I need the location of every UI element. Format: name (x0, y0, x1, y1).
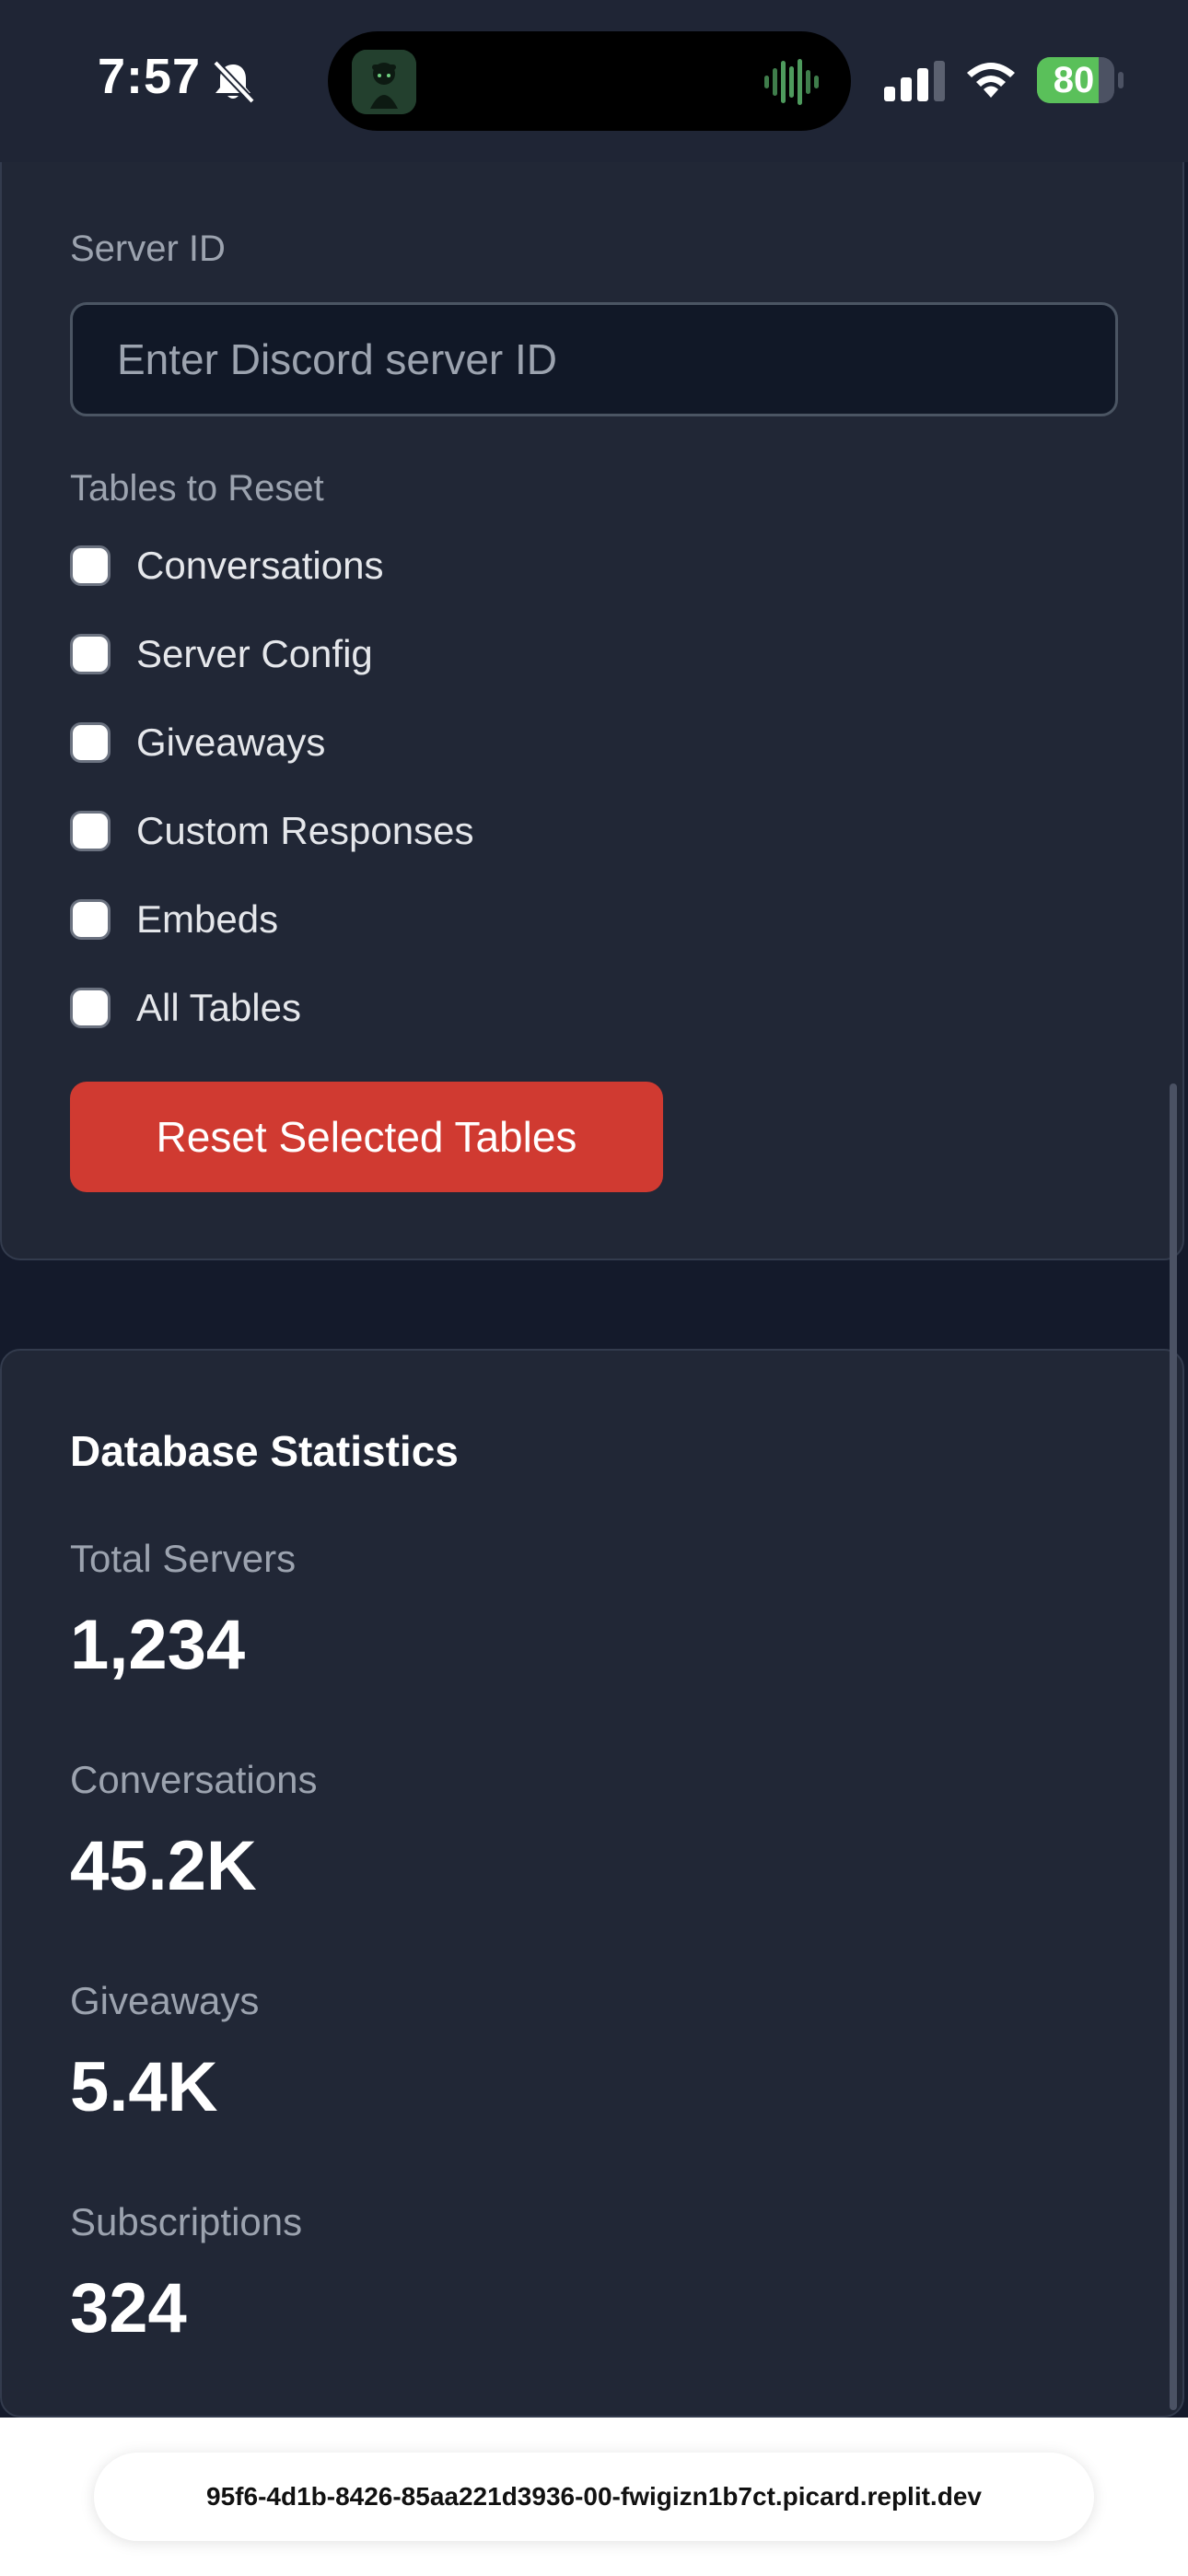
conversations-checkbox[interactable] (70, 545, 111, 586)
checkbox-label: Server Config (136, 632, 373, 675)
battery-icon: 80 (1037, 57, 1125, 103)
checkbox-label: Conversations (136, 544, 384, 587)
checkbox-label: Giveaways (136, 720, 326, 764)
checkbox-label: Embeds (136, 897, 279, 941)
checkbox-row-all-tables[interactable]: All Tables (70, 980, 301, 1036)
stat-label-subscriptions: Subscriptions (70, 2200, 303, 2243)
stat-value-total-servers: 1,234 (70, 1606, 246, 1684)
wifi-icon (967, 63, 1015, 98)
server-id-label: Server ID (70, 228, 226, 269)
checkbox-row-custom-responses[interactable]: Custom Responses (70, 803, 474, 859)
battery-percent: 80 (1053, 60, 1095, 100)
giveaways-checkbox[interactable] (70, 722, 111, 763)
status-time: 7:57 (98, 49, 202, 104)
server-id-input[interactable] (70, 302, 1118, 416)
stats-title: Database Statistics (70, 1427, 459, 1475)
server-config-checkbox[interactable] (70, 634, 111, 674)
checkbox-row-server-config[interactable]: Server Config (70, 626, 373, 682)
url-bar[interactable]: 95f6-4d1b-8426-85aa221d3936-00-fwigizn1b… (94, 2453, 1094, 2541)
status-bar: 7:57 80 (0, 0, 1188, 162)
checkbox-label: Custom Responses (136, 809, 474, 852)
reset-selected-tables-button[interactable]: Reset Selected Tables (70, 1082, 663, 1192)
checkbox-row-embeds[interactable]: Embeds (70, 892, 278, 947)
browser-bottom-bar: 95f6-4d1b-8426-85aa221d3936-00-fwigizn1b… (0, 2418, 1188, 2576)
embeds-checkbox[interactable] (70, 899, 111, 940)
checkbox-row-giveaways[interactable]: Giveaways (70, 715, 325, 770)
scrollbar[interactable] (1170, 1083, 1177, 2410)
checkbox-row-conversations[interactable]: Conversations (70, 538, 383, 593)
audio-wave-icon (764, 59, 819, 105)
stat-value-giveaways: 5.4K (70, 2048, 218, 2126)
stat-label-giveaways: Giveaways (70, 1979, 260, 2022)
custom-responses-checkbox[interactable] (70, 811, 111, 851)
battery-body: 80 (1037, 57, 1114, 103)
stat-value-subscriptions: 324 (70, 2269, 187, 2348)
checkbox-label: All Tables (136, 986, 301, 1029)
stat-label-total-servers: Total Servers (70, 1537, 297, 1580)
dynamic-island (328, 31, 851, 131)
signal-icon (884, 61, 945, 101)
app-thumbnail-icon (352, 50, 416, 114)
stat-value-conversations: 45.2K (70, 1827, 257, 1905)
tables-to-reset-label: Tables to Reset (70, 468, 324, 509)
battery-cap (1118, 72, 1124, 88)
all-tables-checkbox[interactable] (70, 988, 111, 1028)
stat-label-conversations: Conversations (70, 1758, 318, 1801)
bell-slash-icon (213, 60, 255, 104)
